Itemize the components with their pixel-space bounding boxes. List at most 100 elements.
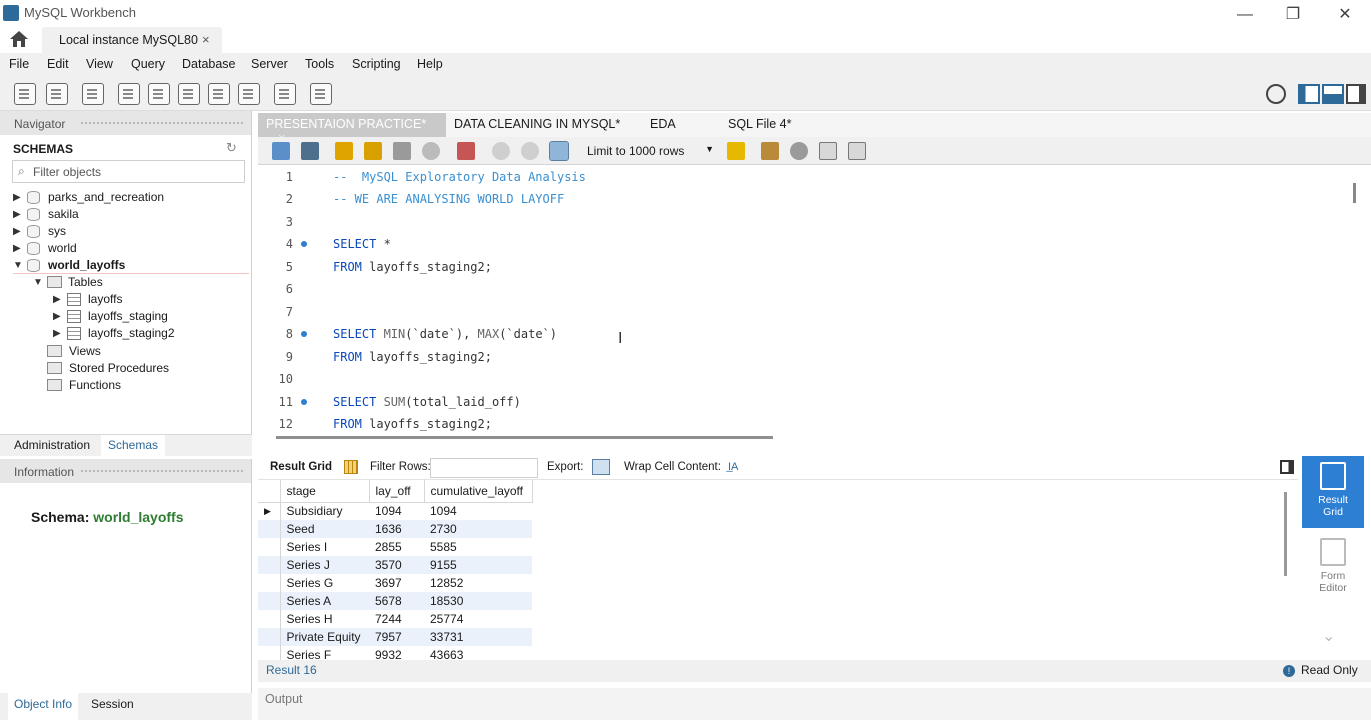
beautify-icon[interactable]: [761, 142, 779, 160]
inspector-icon[interactable]: [82, 83, 104, 105]
menu-query[interactable]: Query: [131, 57, 165, 71]
editor-tab[interactable]: SQL File 4*: [728, 113, 791, 137]
wrap-cell-icon[interactable]: I̲A: [728, 461, 738, 473]
table-row[interactable]: ▶ Subsidiary 1094 1094: [258, 502, 532, 520]
find-icon[interactable]: [790, 142, 808, 160]
tab-administration[interactable]: Administration: [14, 438, 90, 452]
menu-view[interactable]: View: [86, 57, 113, 71]
autocommit-icon[interactable]: [549, 141, 569, 161]
tab-session[interactable]: Session: [91, 697, 134, 711]
create-table-icon[interactable]: [148, 83, 170, 105]
menu-database[interactable]: Database: [182, 57, 236, 71]
connection-tab[interactable]: Local instance MySQL80 ×: [42, 27, 222, 53]
sql-editor[interactable]: 1 -- MySQL Exploratory Data Analysis 2 -…: [258, 165, 1371, 432]
table-row[interactable]: Series J 3570 9155: [258, 556, 532, 574]
table-row[interactable]: Seed 1636 2730: [258, 520, 532, 538]
panel-toggle-icon[interactable]: [1280, 460, 1294, 474]
grid-icon[interactable]: [344, 460, 358, 474]
statement-marker-icon: [301, 399, 307, 405]
editor-tab[interactable]: DATA CLEANING IN MYSQL*: [454, 113, 620, 137]
open-file-icon[interactable]: [272, 142, 290, 160]
explain-icon[interactable]: [393, 142, 411, 160]
commit-icon[interactable]: [492, 142, 510, 160]
close-button[interactable]: ✕: [1325, 3, 1365, 27]
create-function-icon[interactable]: [238, 83, 260, 105]
wrap-lines-icon[interactable]: [848, 142, 866, 160]
result-grid-label[interactable]: Result Grid: [270, 461, 332, 473]
expand-arrow-icon[interactable]: ▶: [53, 325, 61, 342]
table-row[interactable]: Series G 3697 12852: [258, 574, 532, 592]
toggle-sidebar-icon[interactable]: [1298, 84, 1320, 104]
output-label[interactable]: Output: [265, 692, 303, 706]
table-row[interactable]: Series F 9932 43663: [258, 646, 532, 660]
sql-editor-toolbar: Limit to 1000 rows ▼: [258, 137, 1371, 165]
editor-horizontal-scrollbar[interactable]: [276, 436, 773, 439]
code-line: 11 SELECT SUM(total_laid_off): [278, 395, 521, 409]
info-icon: !: [1283, 665, 1295, 677]
table-row[interactable]: Series H 7244 25774: [258, 610, 532, 628]
table-row[interactable]: Private Equity 7957 33731: [258, 628, 532, 646]
open-sql-script-icon[interactable]: [46, 83, 68, 105]
table-row[interactable]: Series I 2855 5585: [258, 538, 532, 556]
add-snippet-icon[interactable]: [727, 142, 745, 160]
settings-icon[interactable]: [1266, 84, 1286, 104]
expand-arrow-icon[interactable]: ▶: [13, 206, 21, 223]
reconnect-icon[interactable]: [310, 83, 332, 105]
expand-arrow-icon[interactable]: ▶: [13, 189, 21, 206]
editor-vertical-scrollbar[interactable]: [1353, 183, 1356, 203]
collapse-arrow-icon[interactable]: ▼: [13, 257, 23, 274]
form-editor-button[interactable]: Form Editor: [1302, 532, 1364, 604]
information-panel: Information Schema: world_layoffs: [0, 459, 252, 693]
result-grid-button[interactable]: Result Grid: [1302, 456, 1364, 528]
menu-tools[interactable]: Tools: [305, 57, 334, 71]
invisible-chars-icon[interactable]: [819, 142, 837, 160]
save-icon[interactable]: [301, 142, 319, 160]
column-header[interactable]: cumulative_layoff: [424, 480, 533, 503]
editor-tab[interactable]: EDA: [650, 113, 676, 137]
export-icon[interactable]: [592, 459, 610, 475]
filter-objects-field[interactable]: ⌕: [12, 160, 245, 183]
result-tab[interactable]: Result 16: [266, 663, 317, 677]
result-grid[interactable]: stage lay_off cumulative_layoff ▶ Subsid…: [258, 480, 1288, 660]
search-table-data-icon[interactable]: [274, 83, 296, 105]
grid-vertical-scrollbar[interactable]: [1284, 492, 1287, 576]
limit-rows-select[interactable]: Limit to 1000 rows ▼: [576, 141, 716, 161]
rollback-icon[interactable]: [521, 142, 539, 160]
menu-scripting[interactable]: Scripting: [352, 57, 401, 71]
schema-item-selected[interactable]: ▼ world_layoffs: [13, 257, 249, 274]
new-sql-tab-icon[interactable]: [14, 83, 36, 105]
execute-current-icon[interactable]: [364, 142, 382, 160]
toggle-output-icon[interactable]: [1322, 84, 1344, 104]
toggle-error-icon[interactable]: [457, 142, 475, 160]
minimize-button[interactable]: —: [1225, 3, 1265, 27]
editor-tab-label: PRESENTAION PRACTICE*: [266, 117, 427, 131]
refresh-icon[interactable]: ↻: [226, 140, 240, 155]
execute-icon[interactable]: [335, 142, 353, 160]
expand-arrow-icon[interactable]: ▶: [13, 240, 21, 257]
column-header[interactable]: lay_off: [369, 480, 425, 503]
home-icon[interactable]: [8, 29, 34, 51]
chevron-down-icon[interactable]: ⌄: [1322, 626, 1335, 646]
expand-arrow-icon[interactable]: ▶: [13, 223, 21, 240]
collapse-arrow-icon[interactable]: ▼: [33, 274, 43, 291]
filter-objects-input[interactable]: [33, 163, 238, 181]
menu-edit[interactable]: Edit: [47, 57, 69, 71]
toggle-secondary-sidebar-icon[interactable]: [1346, 84, 1366, 104]
menu-help[interactable]: Help: [417, 57, 443, 71]
stop-icon[interactable]: [422, 142, 440, 160]
filter-rows-input[interactable]: [430, 458, 538, 478]
editor-tab-active[interactable]: PRESENTAION PRACTICE* ×: [258, 113, 446, 145]
menu-server[interactable]: Server: [251, 57, 288, 71]
tab-schemas[interactable]: Schemas: [101, 435, 166, 456]
tab-object-info[interactable]: Object Info: [8, 693, 79, 720]
create-procedure-icon[interactable]: [208, 83, 230, 105]
close-tab-icon[interactable]: ×: [202, 32, 210, 47]
menu-file[interactable]: File: [9, 57, 29, 71]
maximize-button[interactable]: ❐: [1273, 3, 1313, 27]
table-row[interactable]: Series A 5678 18530: [258, 592, 532, 610]
column-header[interactable]: stage: [280, 480, 370, 503]
expand-arrow-icon[interactable]: ▶: [53, 308, 61, 325]
create-schema-icon[interactable]: [118, 83, 140, 105]
create-view-icon[interactable]: [178, 83, 200, 105]
expand-arrow-icon[interactable]: ▶: [53, 291, 61, 308]
